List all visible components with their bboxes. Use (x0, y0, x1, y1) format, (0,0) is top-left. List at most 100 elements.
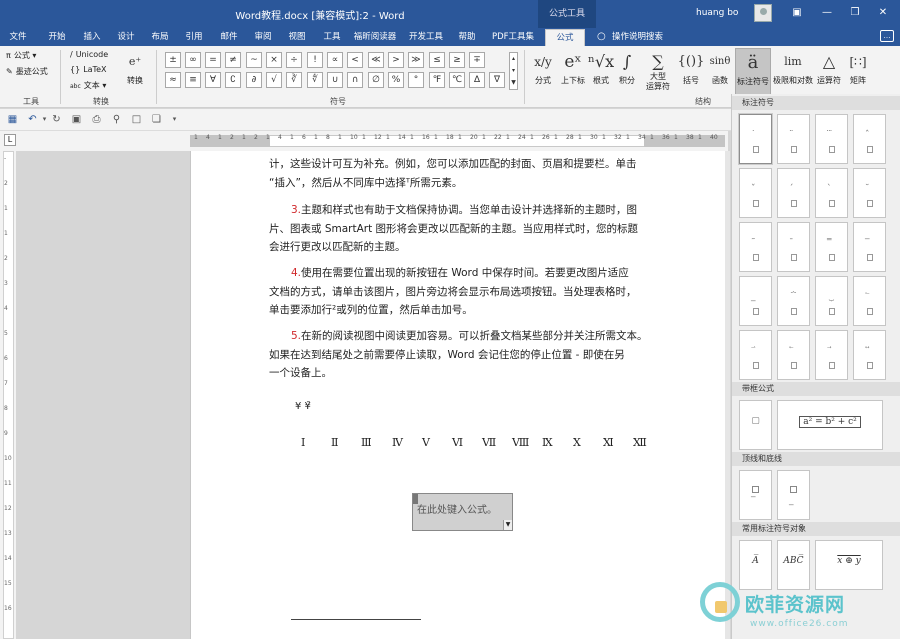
tab-foxit-reader[interactable]: 福昕阅读器 (349, 29, 401, 46)
find-icon[interactable]: ⚲ (110, 113, 123, 126)
roman-numerals-row[interactable]: Ⅰ Ⅱ Ⅲ Ⅳ Ⅴ Ⅵ Ⅶ Ⅷ Ⅸ Ⅹ Ⅺ Ⅻ (301, 436, 651, 452)
restore-button[interactable]: ❒ (846, 5, 864, 21)
tab-references[interactable]: 引用 (180, 29, 208, 46)
overbar-tile[interactable]: ̅ (739, 470, 772, 520)
symbol-minus-plus[interactable]: ∓ (469, 52, 485, 68)
symbol-complement[interactable]: ∁ (225, 72, 241, 88)
horizontal-ruler[interactable]: L 1 4 1 2 1 2 1 4 1 6 1 8 1 10 1 12 1 14 1 16 1 18 1 20 1 22 1 24 1 2… (0, 131, 728, 151)
symbol-empty-set[interactable]: ∅ (368, 72, 384, 88)
symbol-times[interactable]: × (266, 52, 282, 68)
equation-options-dropdown[interactable]: ▼ (503, 520, 512, 530)
symbol-percent[interactable]: % (388, 72, 404, 88)
symbol-less-than[interactable]: < (347, 52, 363, 68)
limit-log-button[interactable]: lim 极限和对数 (772, 48, 814, 86)
accent-tile[interactable]: ⃗ (815, 330, 848, 380)
symbol-partial[interactable]: ∂ (246, 72, 262, 88)
symbol-proportional[interactable]: ∝ (327, 52, 343, 68)
symbol-degree[interactable]: ° (408, 72, 424, 88)
tab-review[interactable]: 审阅 (249, 29, 277, 46)
avatar[interactable] (754, 4, 772, 22)
accent-tile[interactable]: ̂ (853, 114, 886, 164)
paragraph[interactable]: 3.主题和样式也有助于文档保持协调。当您单击设计并选择新的主题时，图 片、图表或… (269, 201, 649, 257)
radical-button[interactable]: ⁿ√x 根式 (588, 48, 614, 86)
convert-button[interactable]: e⁺ 转换 (122, 48, 148, 86)
comment-icon[interactable]: … (880, 30, 894, 42)
accent-tile[interactable]: ̀ (815, 168, 848, 218)
tab-layout[interactable]: 布局 (146, 29, 174, 46)
boxed-formula-tile[interactable]: ▢ (739, 400, 772, 450)
tab-pdf-tools[interactable]: PDF工具集 (490, 29, 536, 46)
redo-icon[interactable]: ↻ (50, 113, 63, 126)
large-operator-button[interactable]: ∑ 大型 运算符 (642, 48, 674, 92)
new-window-icon[interactable]: ❏ (150, 113, 163, 126)
symbol-union[interactable]: ∪ (327, 72, 343, 88)
accent-tile[interactable]: ́ (777, 168, 810, 218)
symbol-divide[interactable]: ÷ (286, 52, 302, 68)
symbol-much-greater[interactable]: ≫ (408, 52, 424, 68)
paragraph[interactable]: 计，这些设计可互为补充。例如，您可以添加匹配的封面、页眉和提要栏。单击 “插入”… (269, 155, 649, 192)
ribbon-display-options-button[interactable]: ▣ (788, 5, 806, 21)
symbol-fahrenheit[interactable]: ℉ (429, 72, 445, 88)
customize-toolbar-icon[interactable]: ▾ (168, 113, 181, 126)
symbol-plus-minus[interactable]: ± (165, 52, 181, 68)
symbol-tilde[interactable]: ~ (246, 52, 262, 68)
latex-option[interactable]: {} LaTeX (70, 65, 106, 74)
tab-tools[interactable]: 工具 (318, 29, 346, 46)
symbol-greater-equal[interactable]: ≥ (449, 52, 465, 68)
accent-tile[interactable]: ⏟ (815, 276, 848, 326)
symbol-less-equal[interactable]: ≤ (429, 52, 445, 68)
symbol-increment[interactable]: ∆ (469, 72, 485, 88)
integral-button[interactable]: ∫ 积分 (614, 48, 640, 86)
lightbulb-icon[interactable]: ○ (597, 31, 608, 42)
tab-file[interactable]: 文件 (4, 29, 32, 46)
accent-tile[interactable]: ⃛ (815, 114, 848, 164)
symbol-fourth-root[interactable]: ∜ (307, 72, 323, 88)
symbol-greater-than[interactable]: > (388, 52, 404, 68)
symbol-for-all[interactable]: ∀ (205, 72, 221, 88)
equation-button[interactable]: π 公式 ▾ (6, 50, 36, 61)
accent-tile[interactable]: ̄ (777, 222, 810, 272)
accent-tile[interactable]: ̈ (777, 114, 810, 164)
open-icon[interactable]: □ (130, 113, 143, 126)
symbol-celsius[interactable]: ℃ (449, 72, 465, 88)
symbol-cube-root[interactable]: ∛ (286, 72, 302, 88)
tab-developer[interactable]: 开发工具 (406, 29, 446, 46)
symbol-infinity[interactable]: ∞ (185, 52, 201, 68)
tab-selector-icon[interactable]: L (4, 134, 16, 146)
user-name[interactable]: huang bo (696, 8, 738, 18)
accent-tile[interactable]: ⏞ (777, 276, 810, 326)
accent-tile[interactable]: ⃐ (853, 276, 886, 326)
yen-symbols[interactable]: ¥ ¥̄ (295, 401, 311, 412)
vertical-scrollbar[interactable] (725, 151, 730, 639)
accent-tile[interactable]: ⃖ (777, 330, 810, 380)
tab-help[interactable]: 帮助 (452, 29, 482, 46)
bracket-button[interactable]: {()} 括号 (676, 48, 706, 86)
symbol-approx[interactable]: ≈ (165, 72, 181, 88)
boxed-formula-example-tile[interactable]: a² = b² + c² (777, 400, 883, 450)
underbar-tile[interactable]: ̲ (777, 470, 810, 520)
text-option[interactable]: abc 文本 ▾ (70, 80, 106, 91)
symbol-square-root[interactable]: √ (266, 72, 282, 88)
document-page[interactable]: 计，这些设计可互为补充。例如，您可以添加匹配的封面、页眉和提要栏。单击 “插入”… (190, 151, 726, 639)
save-icon[interactable]: ▦ (6, 113, 19, 126)
matrix-button[interactable]: [∷] 矩阵 (846, 48, 870, 86)
accent-tile[interactable]: ̃ (739, 222, 772, 272)
tab-design[interactable]: 设计 (112, 29, 140, 46)
minimize-button[interactable]: — (818, 5, 836, 21)
close-button[interactable]: ✕ (874, 5, 892, 21)
accent-tile[interactable]: ⃡ (853, 330, 886, 380)
ink-equation-button[interactable]: ✎ 墨迹公式 (6, 66, 48, 77)
symbol-identical[interactable]: ≡ (185, 72, 201, 88)
accent-tile[interactable]: ̌ (739, 168, 772, 218)
accent-tile[interactable]: ̆ (853, 168, 886, 218)
paragraph[interactable]: 4.使用在需要位置出现的新按钮在 Word 中保存时间。若要更改图片适应 文档的… (269, 264, 649, 320)
symbol-much-less[interactable]: ≪ (368, 52, 384, 68)
symbol-nabla[interactable]: ∇ (489, 72, 505, 88)
symbol-gallery-scroll[interactable]: ▴ ▾ ▼ (509, 52, 518, 90)
function-button[interactable]: sinθ 函数 (706, 48, 734, 86)
tab-view[interactable]: 视图 (283, 29, 311, 46)
accent-tile[interactable]: ̲ (739, 276, 772, 326)
unicode-option[interactable]: / Unicode (70, 50, 108, 59)
accent-tile[interactable]: ̿ (815, 222, 848, 272)
tab-equation[interactable]: 公式 (545, 29, 585, 46)
